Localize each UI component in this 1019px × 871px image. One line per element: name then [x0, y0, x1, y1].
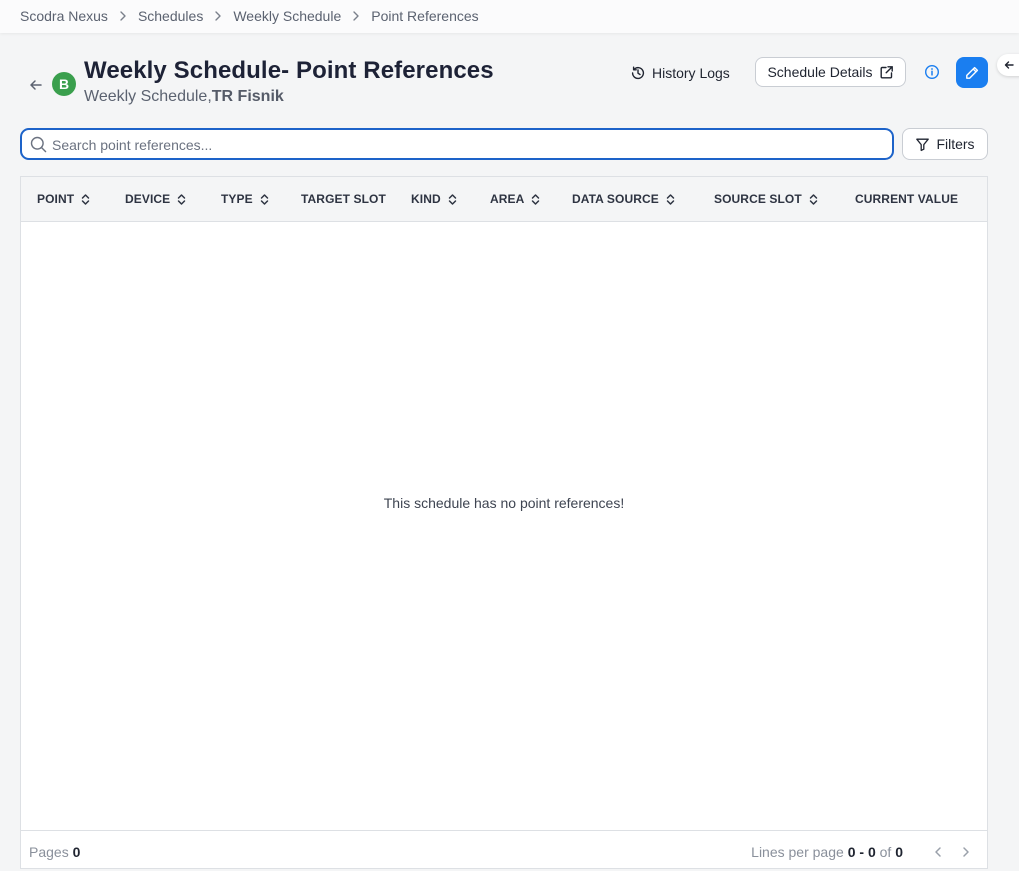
point-references-table: POINT DEVICE TYPE TARGET SLOT KIND AREA …: [20, 176, 988, 869]
column-header-type[interactable]: TYPE: [221, 192, 269, 206]
schedule-details-label: Schedule Details: [767, 64, 873, 80]
empty-state-message: This schedule has no point references!: [383, 495, 625, 511]
column-header-source-slot[interactable]: SOURCE SLOT: [714, 192, 818, 206]
column-label: TYPE: [221, 192, 253, 206]
collapse-panel-button[interactable]: [997, 54, 1019, 76]
column-header-kind[interactable]: KIND: [411, 192, 457, 206]
arrow-left-icon: [1004, 61, 1014, 69]
sort-icon: [448, 193, 456, 205]
top-bar: Scodra Nexus Schedules Weekly Schedule P…: [0, 0, 1019, 33]
column-header-current-value: CURRENT VALUE: [855, 192, 958, 206]
breadcrumb-item-scodra-nexus[interactable]: Scodra Nexus: [20, 8, 108, 24]
pencil-icon: [966, 66, 979, 79]
total-count: 0: [895, 844, 903, 860]
search-box[interactable]: [20, 128, 894, 160]
history-logs-button[interactable]: History Logs: [630, 63, 730, 83]
sort-icon: [81, 193, 90, 205]
chevron-right-icon: [353, 11, 359, 21]
history-icon: [631, 66, 645, 80]
chevron-left-icon[interactable]: [931, 845, 945, 859]
avatar: B: [52, 72, 76, 96]
lines-label: Lines per page: [751, 844, 844, 860]
info-icon: [924, 64, 940, 80]
of-label: of: [879, 844, 892, 860]
breadcrumb-item-point-references: Point References: [371, 8, 479, 24]
chevron-right-icon: [215, 11, 222, 21]
back-arrow-icon[interactable]: [27, 76, 45, 94]
column-label: AREA: [490, 192, 525, 206]
sort-icon: [260, 193, 268, 205]
filters-button[interactable]: Filters: [902, 128, 988, 160]
pages-value: 0: [72, 844, 81, 860]
column-label: KIND: [411, 192, 441, 206]
subtitle-owner: TR Fisnik: [211, 88, 284, 105]
external-link-icon: [880, 65, 893, 78]
sort-icon: [809, 193, 818, 205]
filters-label: Filters: [936, 136, 975, 152]
chevron-right-icon[interactable]: [959, 845, 973, 859]
column-header-target-slot: TARGET SLOT: [301, 192, 386, 206]
column-label: DEVICE: [125, 192, 171, 206]
sort-icon: [178, 193, 186, 205]
search-icon: [30, 136, 47, 153]
search-input[interactable]: [52, 134, 882, 156]
column-header-point[interactable]: POINT: [37, 192, 90, 206]
sort-icon: [666, 193, 675, 205]
history-logs-label: History Logs: [652, 65, 730, 81]
column-label: DATA SOURCE: [572, 192, 659, 206]
page-subtitle: Weekly Schedule,TR Fisnik: [84, 88, 284, 106]
subtitle-schedule: Weekly Schedule,: [84, 88, 212, 105]
sort-icon: [532, 193, 540, 205]
pages-count: Pages 0: [29, 844, 80, 860]
lines-per-page: Lines per page 0 - 0 of 0: [751, 844, 903, 860]
breadcrumb: Scodra Nexus Schedules Weekly Schedule P…: [20, 8, 479, 24]
breadcrumb-item-schedules[interactable]: Schedules: [138, 8, 203, 24]
column-label: TARGET SLOT: [301, 192, 386, 206]
table-footer: Pages 0 Lines per page 0 - 0 of 0: [21, 830, 987, 871]
schedule-details-button[interactable]: Schedule Details: [755, 57, 906, 87]
column-header-device[interactable]: DEVICE: [125, 192, 186, 206]
chevron-right-icon: [120, 11, 126, 21]
column-label: CURRENT VALUE: [855, 192, 959, 206]
column-header-data-source[interactable]: DATA SOURCE: [572, 192, 675, 206]
page-title: Weekly Schedule- Point References: [84, 57, 494, 84]
table-header: POINT DEVICE TYPE TARGET SLOT KIND AREA …: [21, 177, 987, 222]
breadcrumb-item-weekly-schedule[interactable]: Weekly Schedule: [233, 8, 341, 24]
column-label: POINT: [37, 192, 75, 206]
filter-icon: [916, 138, 930, 151]
info-button[interactable]: [917, 57, 947, 87]
pages-label: Pages: [29, 844, 69, 860]
column-header-area[interactable]: AREA: [490, 192, 540, 206]
range-end: 0: [867, 844, 876, 860]
column-label: SOURCE SLOT: [714, 192, 802, 206]
edit-button[interactable]: [956, 57, 988, 88]
